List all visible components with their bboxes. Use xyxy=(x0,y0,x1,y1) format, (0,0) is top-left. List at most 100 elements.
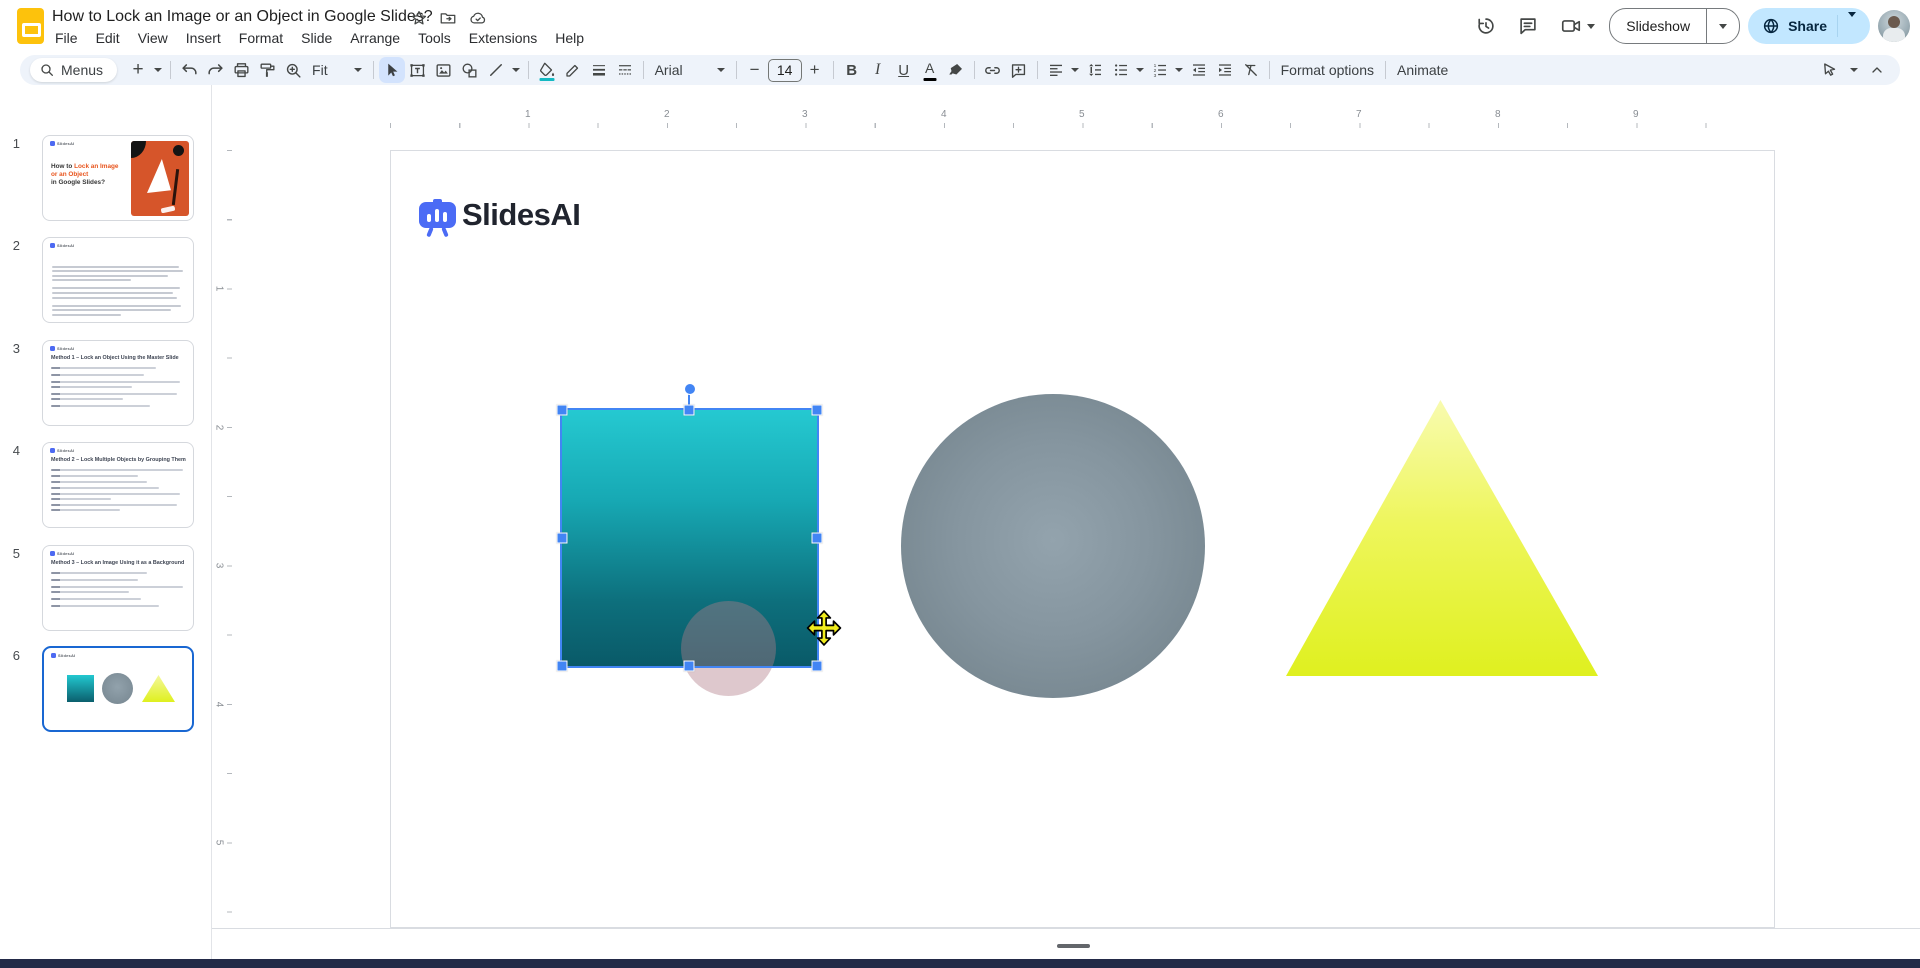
slide-thumbnail-2[interactable]: SlidesAI xyxy=(42,237,194,323)
resize-handle-s[interactable] xyxy=(684,661,695,672)
slide-thumbnail-5[interactable]: SlidesAI Method 3 – Lock an Image Using … xyxy=(42,545,194,631)
gray-circle-shape[interactable] xyxy=(901,394,1205,698)
move-to-folder-icon[interactable] xyxy=(439,9,457,27)
bulleted-list-dropdown[interactable] xyxy=(1134,57,1147,83)
insert-image-button[interactable] xyxy=(431,57,457,83)
menu-help[interactable]: Help xyxy=(546,28,593,48)
font-family-select[interactable]: Arial xyxy=(649,57,731,83)
undo-button[interactable] xyxy=(176,57,202,83)
toolbar-divider xyxy=(170,61,171,79)
slideshow-button[interactable]: Slideshow xyxy=(1610,9,1706,43)
thumb4-heading: Method 2 – Lock Multiple Objects by Grou… xyxy=(51,457,186,463)
resize-handle-sw[interactable] xyxy=(557,661,568,672)
align-button[interactable] xyxy=(1043,57,1069,83)
slides-file-icon[interactable] xyxy=(17,8,44,44)
zoom-button[interactable] xyxy=(280,57,306,83)
slide-thumbnail-3[interactable]: SlidesAI Method 1 – Lock an Object Using… xyxy=(42,340,194,426)
slide-thumbnail-6-selected[interactable]: SlidesAI xyxy=(42,646,194,732)
menu-slide[interactable]: Slide xyxy=(292,28,341,48)
increase-indent-button[interactable] xyxy=(1212,57,1238,83)
format-options-button[interactable]: Format options xyxy=(1275,57,1380,83)
thumb-logo: SlidesAI xyxy=(50,141,74,146)
bulleted-list-button[interactable] xyxy=(1108,57,1134,83)
redo-button[interactable] xyxy=(202,57,228,83)
animate-button[interactable]: Animate xyxy=(1391,57,1454,83)
pointer-caret-icon xyxy=(1850,68,1858,72)
comment-icon xyxy=(1517,15,1539,37)
resize-handle-se[interactable] xyxy=(812,661,823,672)
underline-icon: U xyxy=(898,62,909,79)
account-avatar[interactable] xyxy=(1878,10,1910,42)
increase-font-size-button[interactable]: + xyxy=(802,57,828,83)
menus-search-button[interactable]: Menus xyxy=(30,58,117,82)
underline-button[interactable]: U xyxy=(891,57,917,83)
menu-arrange[interactable]: Arrange xyxy=(341,28,409,48)
slide-number-2: 2 xyxy=(0,238,20,253)
italic-button[interactable]: I xyxy=(865,57,891,83)
resize-handle-w[interactable] xyxy=(557,533,568,544)
rotation-handle[interactable] xyxy=(684,383,696,395)
slideshow-dropdown[interactable] xyxy=(1706,9,1739,43)
menu-file[interactable]: File xyxy=(46,28,87,48)
document-title[interactable]: How to Lock an Image or an Object in Goo… xyxy=(52,8,433,26)
text-color-button[interactable]: A xyxy=(917,57,943,83)
text-color-icon: A xyxy=(925,60,934,76)
border-dash-button[interactable] xyxy=(612,57,638,83)
slide-thumbnail-1[interactable]: SlidesAI How to Lock an Image or an Obje… xyxy=(42,135,194,221)
pointer-mode-button[interactable] xyxy=(1817,57,1843,83)
new-slide-button[interactable]: + xyxy=(125,57,151,83)
add-comment-button[interactable] xyxy=(1006,57,1032,83)
fill-color-button[interactable] xyxy=(534,57,560,83)
highlight-color-button[interactable] xyxy=(943,57,969,83)
resize-handle-ne[interactable] xyxy=(812,405,823,416)
shape-icon xyxy=(460,61,479,80)
resize-handle-n[interactable] xyxy=(684,405,695,416)
zoom-fit-select[interactable]: Fit xyxy=(306,57,368,83)
share-button[interactable]: Share xyxy=(1788,18,1827,34)
meet-button[interactable] xyxy=(1553,9,1601,43)
line-spacing-button[interactable] xyxy=(1082,57,1108,83)
menu-edit[interactable]: Edit xyxy=(87,28,129,48)
decrease-indent-button[interactable] xyxy=(1186,57,1212,83)
speaker-notes-drag-handle[interactable] xyxy=(1057,944,1090,948)
border-color-button[interactable] xyxy=(560,57,586,83)
share-dropdown[interactable] xyxy=(1838,17,1866,35)
thumb1-title: How to Lock an Image or an Object in Goo… xyxy=(51,163,129,188)
horizontal-ruler-ticks xyxy=(390,123,1775,128)
text-box-button[interactable] xyxy=(405,57,431,83)
numbered-list-button[interactable]: 123 xyxy=(1147,57,1173,83)
menu-view[interactable]: View xyxy=(129,28,177,48)
resize-handle-e[interactable] xyxy=(812,533,823,544)
numbered-list-dropdown[interactable] xyxy=(1173,57,1186,83)
menu-tools[interactable]: Tools xyxy=(409,28,460,48)
thumb-logo: SlidesAI xyxy=(50,448,74,453)
decrease-font-size-button[interactable]: − xyxy=(742,57,768,83)
clear-formatting-button[interactable] xyxy=(1238,57,1264,83)
border-weight-button[interactable] xyxy=(586,57,612,83)
select-tool-button[interactable] xyxy=(379,57,405,83)
thumb-logo-icon xyxy=(50,551,55,556)
insert-link-button[interactable] xyxy=(980,57,1006,83)
new-slide-dropdown[interactable] xyxy=(151,57,165,83)
move-cursor-icon xyxy=(806,610,842,646)
slide-thumbnail-4[interactable]: SlidesAI Method 2 – Lock Multiple Object… xyxy=(42,442,194,528)
version-history-button[interactable] xyxy=(1469,9,1503,43)
print-button[interactable] xyxy=(228,57,254,83)
font-size-input[interactable]: 14 xyxy=(768,59,802,82)
bold-button[interactable]: B xyxy=(839,57,865,83)
align-dropdown[interactable] xyxy=(1069,57,1082,83)
line-dropdown[interactable] xyxy=(509,57,523,83)
menu-insert[interactable]: Insert xyxy=(177,28,230,48)
toolbar-divider xyxy=(373,61,374,79)
insert-line-button[interactable] xyxy=(483,57,509,83)
paint-format-button[interactable] xyxy=(254,57,280,83)
resize-handle-nw[interactable] xyxy=(557,405,568,416)
comments-button[interactable] xyxy=(1511,9,1545,43)
menu-extensions[interactable]: Extensions xyxy=(460,28,546,48)
menu-format[interactable]: Format xyxy=(230,28,292,48)
star-icon[interactable] xyxy=(410,9,428,27)
hide-menus-button[interactable] xyxy=(1864,57,1890,83)
decrease-indent-icon xyxy=(1190,61,1208,79)
insert-shape-button[interactable] xyxy=(457,57,483,83)
pointer-mode-dropdown[interactable] xyxy=(1847,57,1860,83)
